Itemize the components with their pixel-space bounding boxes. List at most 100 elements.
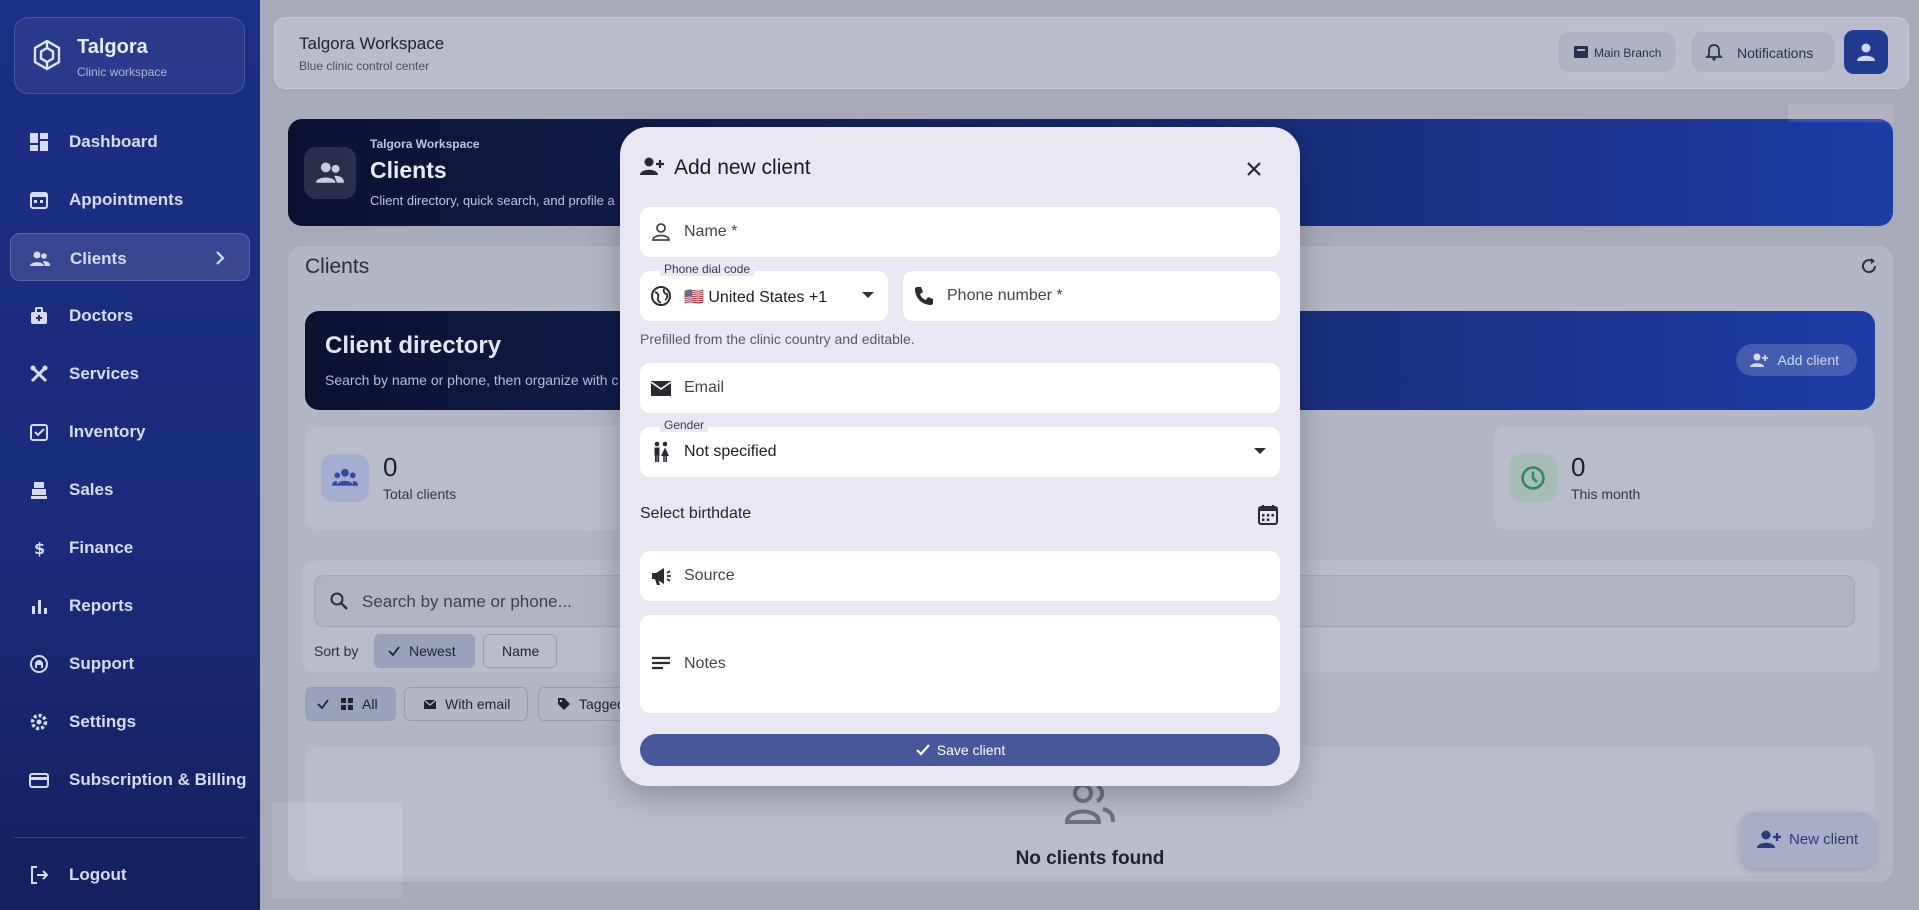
gender-value: Not specified <box>684 443 777 460</box>
name-field[interactable]: Name * <box>640 207 1280 257</box>
gender-select[interactable]: Not specified <box>640 427 1280 477</box>
mail-icon <box>650 381 672 396</box>
sidebar-item-appointments[interactable]: Appointments <box>10 175 250 223</box>
sidebar-item-dashboard[interactable]: Dashboard <box>10 117 250 165</box>
sidebar-item-label: Doctors <box>69 306 134 325</box>
sidebar-item-label: Sales <box>69 480 114 499</box>
sidebar-item-finance[interactable]: $ Finance <box>10 523 250 571</box>
check-icon <box>317 699 329 710</box>
credit-card-icon <box>29 773 49 788</box>
sidebar-item-support[interactable]: Support <box>10 639 250 687</box>
sidebar-item-label: Finance <box>69 538 134 557</box>
gender-label: Gender <box>660 418 709 432</box>
brand-card: Talgora Clinic workspace <box>14 17 245 94</box>
birthdate-label[interactable]: Select birthdate <box>640 505 751 523</box>
notes-icon <box>652 656 670 670</box>
sidebar-item-clients[interactable]: Clients <box>10 233 250 281</box>
stat-card-total: 0 Total clients <box>305 426 655 530</box>
phone-field[interactable]: Phone number * <box>903 271 1280 321</box>
sidebar-item-settings[interactable]: Settings <box>10 697 250 745</box>
chevron-right-icon <box>216 251 225 265</box>
sidebar-item-inventory[interactable]: Inventory <box>10 407 250 455</box>
filter-all-chip[interactable]: All <box>305 687 396 721</box>
megaphone-icon <box>652 568 671 585</box>
sidebar-item-reports[interactable]: Reports <box>10 581 250 629</box>
email-field[interactable]: Email <box>640 363 1280 413</box>
mail-icon <box>423 699 437 709</box>
sidebar: Talgora Clinic workspace Dashboard Appoi… <box>0 0 260 910</box>
tag-icon <box>558 698 570 710</box>
sidebar-item-services[interactable]: Services <box>10 349 250 397</box>
globe-icon <box>651 286 671 306</box>
sidebar-item-subscription-billing[interactable]: Subscription & Billing <box>10 755 250 803</box>
sidebar-item-label: Clients <box>70 249 127 268</box>
hero-eyebrow: Talgora Workspace <box>370 137 480 151</box>
dial-code-select[interactable]: 🇺🇸 United States +1 <box>640 271 888 321</box>
svg-text:$: $ <box>34 539 45 558</box>
calendar-icon <box>30 192 48 209</box>
sort-option-label: Name <box>502 643 540 659</box>
close-icon[interactable] <box>1242 157 1266 181</box>
notifications-label: Notifications <box>1737 45 1814 61</box>
stat-card-month: 0 This month <box>1493 426 1875 530</box>
logout-button[interactable]: Logout <box>10 850 250 898</box>
calendar-icon[interactable] <box>1257 504 1279 526</box>
sidebar-item-label: Support <box>69 654 135 673</box>
branch-button[interactable]: Main Branch <box>1557 31 1677 73</box>
person-add-icon <box>1749 353 1768 367</box>
store-icon <box>1574 46 1588 58</box>
save-label: Save client <box>936 742 1006 758</box>
stat-icon-box <box>321 454 369 502</box>
dashboard-icon <box>30 133 48 151</box>
check-icon <box>915 744 930 756</box>
overlay-highlight <box>1788 104 1894 122</box>
name-placeholder: Name * <box>684 223 738 240</box>
gear-icon <box>30 713 48 731</box>
people-icon <box>316 162 344 183</box>
inventory-icon <box>30 424 48 441</box>
sidebar-item-doctors[interactable]: Doctors <box>10 291 250 339</box>
dial-code-label: Phone dial code <box>660 262 755 276</box>
save-client-button[interactable]: Save client <box>640 734 1280 766</box>
stat-icon-box <box>1509 454 1557 502</box>
dial-code-value: 🇺🇸 United States +1 <box>684 289 828 306</box>
support-icon <box>30 655 48 673</box>
group-icon <box>332 468 358 486</box>
filter-label: Tagged <box>579 696 625 712</box>
gender-icon <box>654 441 669 462</box>
sidebar-item-label: Dashboard <box>69 132 158 151</box>
notifications-button[interactable]: Notifications <box>1690 31 1836 73</box>
filter-label: With email <box>445 696 511 712</box>
dialog-title: Add new client <box>674 156 811 179</box>
app-subtitle: Clinic workspace <box>77 65 168 79</box>
page-title: Clients <box>370 157 447 183</box>
sort-name-button[interactable]: Name <box>483 634 557 668</box>
source-field[interactable]: Source <box>640 551 1280 601</box>
avatar[interactable] <box>1844 30 1888 74</box>
panel-title: Clients <box>305 255 370 278</box>
sort-newest-button[interactable]: Newest <box>374 634 475 668</box>
refresh-icon[interactable] <box>1859 256 1879 276</box>
medical-bag-icon <box>31 307 47 324</box>
sidebar-item-sales[interactable]: Sales <box>10 465 250 513</box>
source-placeholder: Source <box>684 567 735 584</box>
phone-icon <box>915 287 933 305</box>
filter-with-email-chip[interactable]: With email <box>404 687 528 721</box>
new-client-fab[interactable]: New client <box>1741 812 1875 868</box>
add-client-button[interactable]: Add client <box>1735 344 1857 376</box>
sidebar-item-label: Settings <box>69 712 137 731</box>
overlay-highlight <box>272 803 402 898</box>
check-icon <box>388 646 400 657</box>
caret-down-icon <box>862 292 874 298</box>
dollar-icon: $ <box>34 539 45 558</box>
user-icon <box>1857 43 1875 61</box>
notes-field[interactable]: Notes <box>640 615 1280 713</box>
top-bar: Talgora Workspace Blue clinic control ce… <box>274 17 1909 89</box>
email-placeholder: Email <box>684 379 725 396</box>
stat-value: 0 <box>1571 452 1586 482</box>
people-outline-icon <box>1065 783 1115 824</box>
sidebar-divider <box>14 837 245 838</box>
stat-value: 0 <box>383 452 398 482</box>
logout-icon <box>31 866 49 884</box>
add-client-label: Add client <box>1777 352 1839 368</box>
